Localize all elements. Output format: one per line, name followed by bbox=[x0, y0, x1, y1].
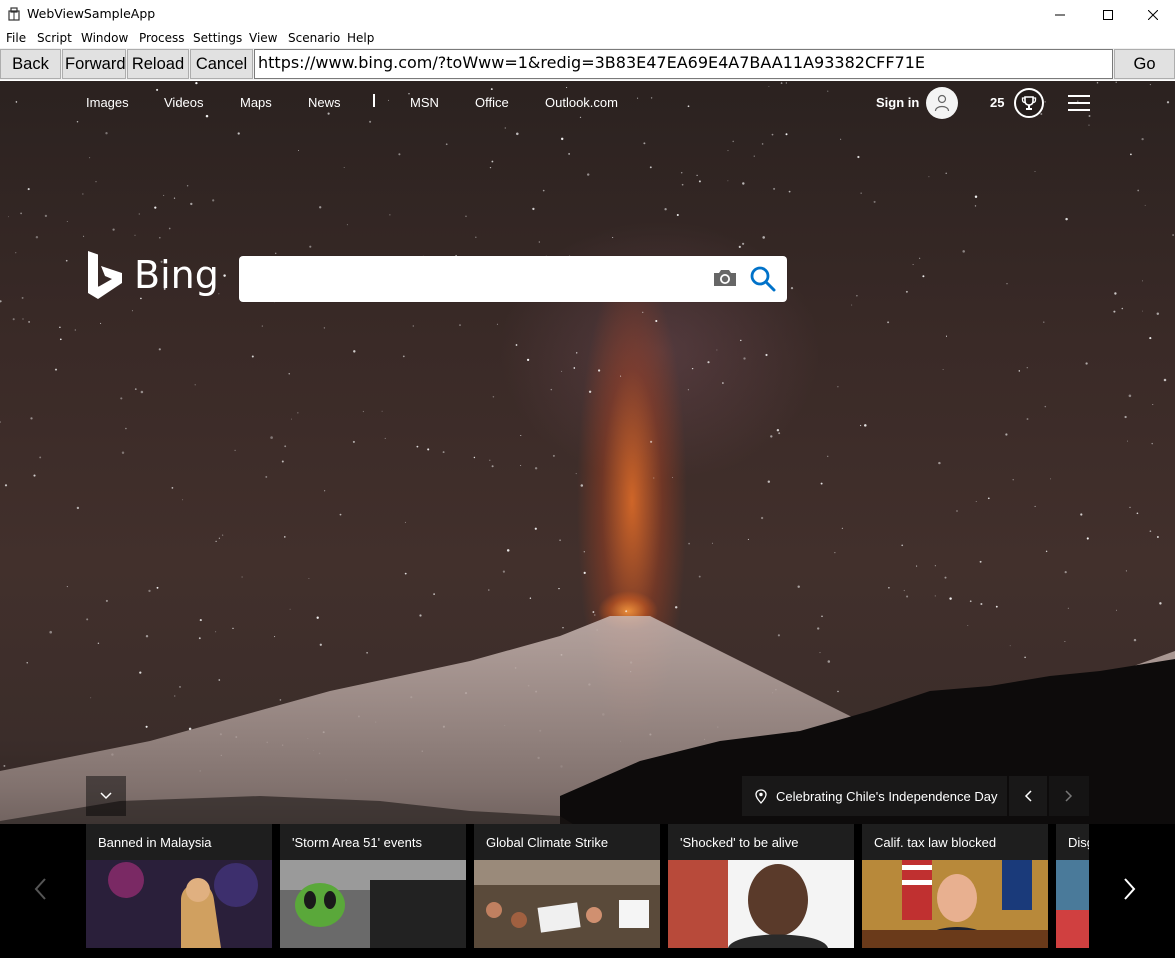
search-icon[interactable] bbox=[749, 265, 777, 293]
news-card-title: Disg bbox=[1068, 835, 1089, 850]
nav-outlook[interactable]: Outlook.com bbox=[545, 95, 618, 110]
news-cards: Banned in Malaysia 'Storm Area 51' event… bbox=[86, 824, 1089, 948]
go-button[interactable]: Go bbox=[1114, 49, 1175, 79]
nav-divider bbox=[373, 94, 375, 107]
news-card[interactable]: Banned in Malaysia bbox=[86, 824, 272, 948]
menu-help[interactable]: Help bbox=[347, 31, 374, 45]
minimize-icon bbox=[1055, 14, 1065, 15]
news-card-title: Banned in Malaysia bbox=[98, 835, 212, 850]
news-card-image bbox=[668, 860, 854, 948]
news-card[interactable]: Disg bbox=[1056, 824, 1089, 948]
nav-msn[interactable]: MSN bbox=[410, 95, 439, 110]
menu-script[interactable]: Script bbox=[37, 31, 72, 45]
previous-image-button[interactable] bbox=[1009, 776, 1047, 816]
chevron-right-icon bbox=[1124, 878, 1136, 900]
location-pin-icon bbox=[755, 788, 767, 804]
next-image-button[interactable] bbox=[1049, 776, 1089, 816]
address-bar[interactable]: https://www.bing.com/?toWww=1&redig=3B83… bbox=[254, 49, 1113, 79]
navigation-toolbar: Back Forward Reload Cancel https://www.b… bbox=[0, 48, 1175, 80]
back-button[interactable]: Back bbox=[0, 49, 61, 79]
menu-bar: File Script Window Process Settings View… bbox=[0, 29, 1175, 48]
rewards-button[interactable] bbox=[1014, 88, 1044, 118]
news-card-image bbox=[280, 860, 466, 948]
cancel-button[interactable]: Cancel bbox=[190, 49, 253, 79]
title-bar: WebViewSampleApp bbox=[0, 0, 1175, 29]
news-carousel: Banned in Malaysia 'Storm Area 51' event… bbox=[0, 824, 1175, 958]
nav-news[interactable]: News bbox=[308, 95, 341, 110]
reload-button[interactable]: Reload bbox=[127, 49, 189, 79]
minimize-button[interactable] bbox=[1037, 0, 1083, 29]
close-icon bbox=[1148, 9, 1158, 20]
image-info-button[interactable]: Celebrating Chile's Independence Day bbox=[742, 776, 1007, 816]
bing-wordmark: Bing bbox=[134, 253, 219, 297]
menu-scenario[interactable]: Scenario bbox=[288, 31, 340, 45]
chevron-down-icon bbox=[100, 792, 112, 800]
news-card-image bbox=[862, 860, 1048, 948]
location-caption: Celebrating Chile's Independence Day bbox=[776, 788, 998, 804]
menu-file[interactable]: File bbox=[6, 31, 26, 45]
hamburger-icon[interactable] bbox=[1068, 95, 1090, 111]
news-prev-button[interactable] bbox=[30, 874, 50, 904]
collapse-button[interactable] bbox=[86, 776, 126, 816]
news-next-button[interactable] bbox=[1120, 874, 1140, 904]
news-card-title: 'Shocked' to be alive bbox=[680, 835, 799, 850]
chevron-left-icon bbox=[1024, 790, 1032, 802]
search-box bbox=[239, 256, 787, 302]
sign-in-link[interactable]: Sign in bbox=[876, 95, 919, 110]
chevron-right-icon bbox=[1065, 790, 1073, 802]
bing-top-nav: Images Videos Maps News MSN Office Outlo… bbox=[0, 81, 1175, 125]
reward-points: 25 bbox=[990, 95, 1005, 110]
bing-logo[interactable]: Bing bbox=[86, 251, 219, 301]
nav-maps[interactable]: Maps bbox=[240, 95, 272, 110]
news-card-image bbox=[1056, 860, 1089, 948]
maximize-icon bbox=[1103, 9, 1113, 20]
web-view: Images Videos Maps News MSN Office Outlo… bbox=[0, 81, 1175, 958]
news-card-image bbox=[474, 860, 660, 948]
menu-process[interactable]: Process bbox=[139, 31, 185, 45]
chevron-left-icon bbox=[34, 878, 46, 900]
close-button[interactable] bbox=[1130, 0, 1175, 29]
app-icon bbox=[8, 7, 20, 21]
news-card-title: 'Storm Area 51' events bbox=[292, 835, 422, 850]
camera-icon[interactable] bbox=[712, 267, 738, 289]
news-card[interactable]: Global Climate Strike bbox=[474, 824, 660, 948]
nav-videos[interactable]: Videos bbox=[164, 95, 204, 110]
trophy-icon bbox=[1021, 96, 1037, 110]
search-input[interactable] bbox=[253, 266, 703, 292]
menu-view[interactable]: View bbox=[249, 31, 277, 45]
menu-window[interactable]: Window bbox=[81, 31, 128, 45]
news-card[interactable]: 'Storm Area 51' events bbox=[280, 824, 466, 948]
menu-settings[interactable]: Settings bbox=[193, 31, 242, 45]
forward-button[interactable]: Forward bbox=[62, 49, 126, 79]
maximize-button[interactable] bbox=[1085, 0, 1131, 29]
bing-b-icon bbox=[88, 251, 122, 299]
window-title: WebViewSampleApp bbox=[27, 6, 156, 21]
news-card[interactable]: 'Shocked' to be alive bbox=[668, 824, 854, 948]
news-card-title: Global Climate Strike bbox=[486, 835, 609, 850]
news-card[interactable]: Calif. tax law blocked bbox=[862, 824, 1048, 948]
news-card-title: Calif. tax law blocked bbox=[874, 835, 997, 850]
news-card-image bbox=[86, 860, 272, 948]
nav-office[interactable]: Office bbox=[475, 95, 509, 110]
user-icon bbox=[934, 94, 950, 112]
nav-images[interactable]: Images bbox=[86, 95, 129, 110]
avatar[interactable] bbox=[926, 87, 958, 119]
